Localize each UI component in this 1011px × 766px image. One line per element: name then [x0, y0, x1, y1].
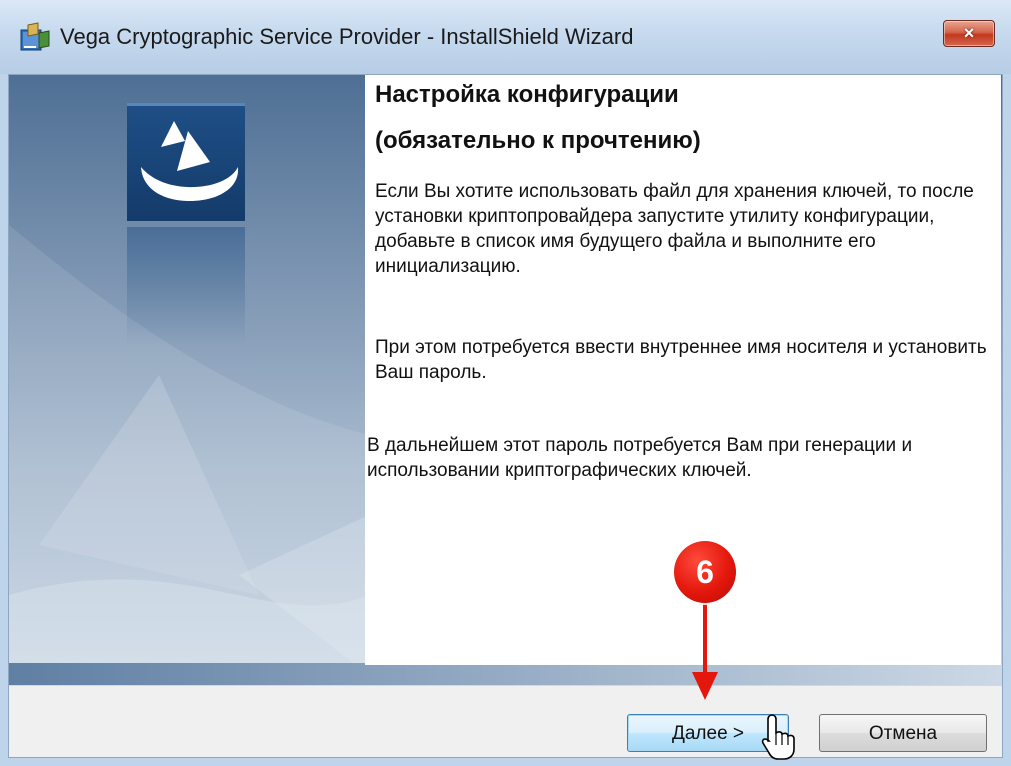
title-bar: Vega Cryptographic Service Provider - In… — [0, 0, 1011, 74]
info-paragraph-3: В дальнейшем этот пароль потребуется Вам… — [367, 435, 913, 481]
cancel-button[interactable]: Отмена — [819, 714, 987, 752]
window-title: Vega Cryptographic Service Provider - In… — [60, 24, 634, 49]
hand-pointer-icon — [761, 714, 795, 760]
close-button[interactable]: × — [943, 20, 995, 47]
info-paragraph-1: Если Вы хотите использовать файл для хра… — [375, 181, 974, 277]
button-bar: Далее > Отмена — [9, 685, 1002, 757]
page-title: Настройка конфигурации — [375, 81, 679, 108]
page-subtitle: (обязательно к прочтению) — [375, 127, 701, 154]
installer-icon — [20, 22, 50, 51]
step-badge: 6 — [674, 541, 736, 603]
wizard-body: Настройка конфигурации (обязательно к пр… — [8, 74, 1003, 758]
info-paragraph-2: При этом потребуется ввести внутреннее и… — [375, 337, 987, 383]
installer-window: Vega Cryptographic Service Provider - In… — [0, 0, 1011, 766]
close-icon: × — [963, 23, 975, 43]
